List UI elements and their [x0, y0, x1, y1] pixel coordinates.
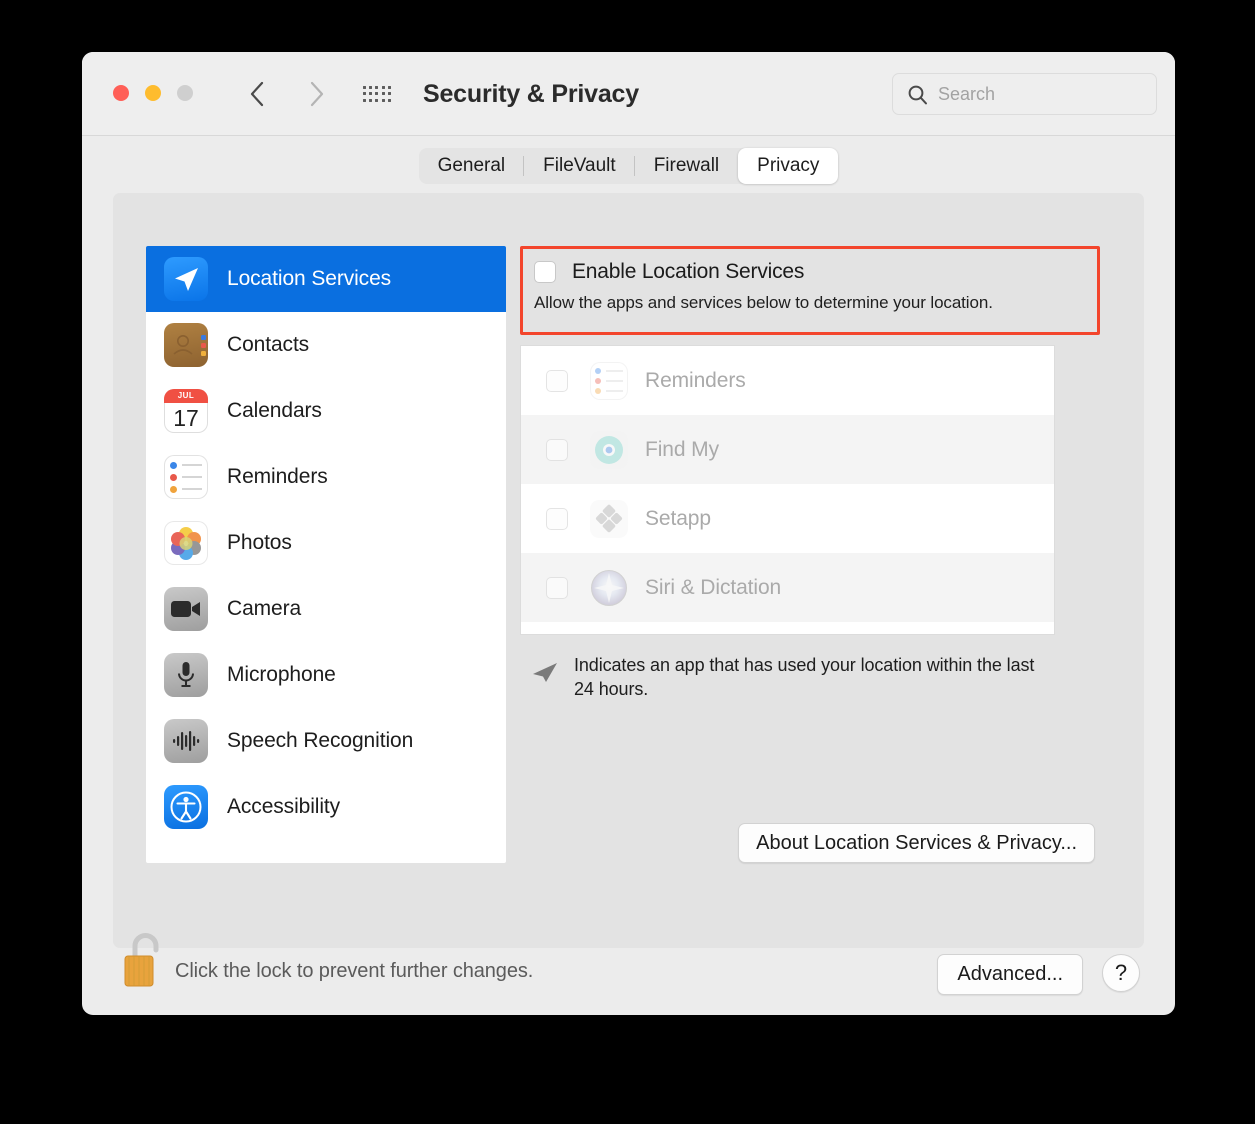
app-label: Find My: [645, 437, 719, 461]
tab-privacy-label: Privacy: [757, 155, 820, 176]
accessibility-icon: [164, 785, 208, 829]
microphone-icon: [164, 653, 208, 697]
help-button[interactable]: ?: [1102, 954, 1140, 992]
sidebar-item-label: Camera: [227, 597, 302, 620]
speech-recognition-icon: [164, 719, 208, 763]
forward-button[interactable]: [300, 76, 334, 112]
list-item[interactable]: Reminders: [521, 346, 1054, 415]
siri-icon: [590, 569, 628, 607]
note-text: Indicates an app that has used your loca…: [574, 655, 1035, 700]
advanced-button[interactable]: Advanced...: [937, 954, 1083, 995]
privacy-category-list[interactable]: Location Services Contacts JUL 17 Calend…: [146, 246, 506, 863]
sidebar-item-label: Calendars: [227, 399, 322, 422]
location-services-pane: Enable Location Services Allow the apps …: [520, 246, 1112, 863]
tab-general-label: General: [437, 155, 506, 176]
close-button[interactable]: [113, 85, 129, 101]
page-title: Security & Privacy: [423, 80, 639, 108]
sidebar-item-photos[interactable]: Photos: [146, 510, 506, 576]
privacy-panel: Location Services Contacts JUL 17 Calend…: [113, 193, 1144, 948]
app-checkbox[interactable]: [546, 576, 568, 599]
sidebar-item-label: Contacts: [227, 333, 310, 356]
lock-open-icon[interactable]: [117, 929, 167, 996]
location-arrow-indicator-icon: [532, 661, 558, 688]
enable-location-services-label: Enable Location Services: [572, 260, 805, 283]
app-label: Reminders: [645, 368, 746, 392]
maximize-button[interactable]: [177, 85, 193, 101]
calendar-day: 17: [173, 405, 199, 431]
calendar-month: JUL: [164, 389, 208, 403]
location-arrow-icon: [164, 257, 208, 301]
list-item-partial[interactable]: [521, 622, 1054, 634]
photos-icon: [164, 521, 208, 565]
show-all-grid-icon[interactable]: [362, 85, 392, 103]
calendar-icon: JUL 17: [164, 389, 208, 433]
back-button[interactable]: [240, 76, 274, 112]
enable-location-services-checkbox[interactable]: [534, 261, 556, 283]
app-checkbox[interactable]: [546, 369, 568, 392]
search-icon: [907, 84, 928, 105]
window-footer: Click the lock to prevent further change…: [82, 933, 1175, 1015]
sidebar-item-calendars[interactable]: JUL 17 Calendars: [146, 378, 506, 444]
enable-location-services-block: Enable Location Services Allow the apps …: [520, 246, 1100, 335]
sidebar-item-reminders[interactable]: Reminders: [146, 444, 506, 510]
contacts-icon: [164, 323, 208, 367]
sidebar-item-label: Speech Recognition: [227, 729, 414, 752]
tab-filevault[interactable]: FileVault: [524, 148, 635, 184]
sidebar-item-contacts[interactable]: Contacts: [146, 312, 506, 378]
app-checkbox[interactable]: [546, 438, 568, 461]
camera-icon: [164, 587, 208, 631]
reminders-icon: [590, 361, 628, 400]
lock-hint-text: Click the lock to prevent further change…: [175, 960, 534, 982]
tab-firewall-label: Firewall: [653, 155, 720, 176]
list-item[interactable]: Setapp: [521, 484, 1054, 553]
sidebar-item-microphone[interactable]: Microphone: [146, 642, 506, 708]
sidebar-item-label: Microphone: [227, 663, 336, 686]
tab-firewall[interactable]: Firewall: [635, 148, 738, 184]
tab-privacy[interactable]: Privacy: [738, 148, 839, 184]
sidebar-item-location-services[interactable]: Location Services: [146, 246, 506, 312]
enable-location-services-description: Allow the apps and services below to det…: [534, 293, 993, 312]
sidebar-item-label: Reminders: [227, 465, 328, 488]
list-item[interactable]: Find My: [521, 415, 1054, 484]
app-checkbox[interactable]: [546, 507, 568, 530]
window-titlebar: Security & Privacy: [82, 52, 1175, 136]
minimize-button[interactable]: [145, 85, 161, 101]
search-input[interactable]: [938, 83, 1128, 105]
sidebar-item-label: Photos: [227, 531, 292, 554]
about-location-services-privacy-button[interactable]: About Location Services & Privacy...: [738, 823, 1095, 863]
sidebar-item-accessibility[interactable]: Accessibility: [146, 774, 506, 840]
list-item[interactable]: Siri & Dictation: [521, 553, 1054, 622]
tab-general[interactable]: General: [419, 148, 525, 184]
find-my-icon: [590, 430, 628, 469]
tab-bar: General FileVault Firewall Privacy: [82, 148, 1175, 184]
app-label: Setapp: [645, 506, 711, 530]
location-usage-note: Indicates an app that has used your loca…: [532, 653, 1052, 702]
setapp-icon: [590, 499, 628, 538]
tab-filevault-label: FileVault: [543, 155, 616, 176]
search-field[interactable]: [892, 73, 1157, 115]
location-apps-list[interactable]: Reminders Find My Setapp Siri & Dictatio…: [520, 345, 1055, 635]
system-preferences-window: Security & Privacy General FileVault: [82, 52, 1175, 1015]
app-label: Siri & Dictation: [645, 575, 782, 599]
sidebar-item-camera[interactable]: Camera: [146, 576, 506, 642]
sidebar-item-label: Location Services: [227, 267, 392, 290]
reminders-icon: [164, 455, 208, 499]
sidebar-item-speech-recognition[interactable]: Speech Recognition: [146, 708, 506, 774]
sidebar-item-label: Accessibility: [227, 795, 341, 818]
